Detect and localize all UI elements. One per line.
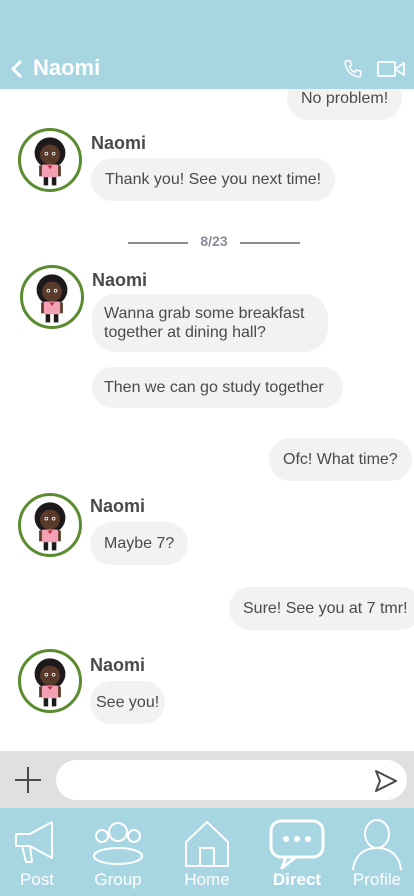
tab-label: Post	[19, 870, 55, 889]
avatar[interactable]	[18, 493, 82, 557]
tab-label: Profile	[352, 870, 402, 889]
incoming-message[interactable]: Wanna grab some breakfast together at di…	[92, 294, 328, 352]
tab-post[interactable]: Post	[0, 808, 78, 896]
message-text: Maybe 7?	[104, 535, 175, 552]
sender-name: Naomi	[92, 270, 148, 290]
message-text: Ofc! What time?	[283, 451, 398, 468]
tab-group[interactable]: Group	[77, 808, 159, 896]
date-label: 8/23	[200, 233, 228, 249]
message-text: Thank you! See you next time!	[105, 171, 322, 188]
avatar[interactable]	[20, 265, 84, 329]
avatar[interactable]	[18, 128, 82, 192]
outgoing-message[interactable]: Ofc! What time?	[269, 438, 412, 481]
group-icon	[93, 822, 143, 865]
message-text: Sure! See you at 7 tmr!	[243, 600, 408, 617]
person-icon	[352, 819, 402, 870]
header-bar: Naomi	[0, 0, 414, 89]
avatar-illustration	[36, 274, 68, 323]
sender-name: Naomi	[91, 133, 147, 153]
message-text: Wanna grab some breakfast together at di…	[104, 305, 305, 341]
incoming-message[interactable]: Maybe 7?	[90, 522, 189, 565]
plus-icon[interactable]	[13, 765, 43, 795]
sender-name: Naomi	[90, 496, 146, 516]
chat-title: Naomi	[33, 55, 101, 80]
tab-label: Home	[184, 870, 230, 889]
avatar[interactable]	[18, 649, 82, 713]
phone-icon[interactable]	[342, 58, 364, 80]
date-separator: 8/23	[128, 233, 300, 251]
tab-label: Direct	[272, 870, 322, 889]
tab-direct[interactable]: Direct	[256, 808, 338, 896]
incoming-message[interactable]: See you!	[90, 681, 166, 724]
incoming-message[interactable]: Thank you! See you next time!	[91, 158, 336, 201]
send-icon[interactable]	[373, 768, 399, 794]
tab-label: Group	[94, 870, 142, 889]
message-input[interactable]	[56, 760, 407, 800]
tab-home[interactable]: Home	[166, 808, 248, 896]
outgoing-message[interactable]: Sure! See you at 7 tmr!	[229, 587, 414, 630]
message-text: See you!	[96, 694, 160, 711]
message-composer	[0, 751, 414, 808]
avatar-illustration	[34, 658, 66, 707]
house-icon	[185, 821, 229, 867]
megaphone-icon	[15, 821, 53, 863]
sender-name: Naomi	[90, 655, 146, 675]
message-text: No problem!	[301, 90, 389, 107]
message-list[interactable]: No problem! Naomi Thank you! See you nex…	[0, 89, 414, 751]
avatar-illustration	[34, 137, 66, 186]
video-call-icon[interactable]	[377, 59, 405, 79]
message-text: Then we can go study together	[104, 379, 324, 396]
tab-profile[interactable]: Profile	[336, 808, 414, 896]
outgoing-message[interactable]: No problem!	[287, 89, 403, 120]
chat-bubble-icon	[269, 819, 325, 870]
avatar-illustration	[34, 502, 66, 551]
bottom-tab-bar: Post Group Home Direct Profile	[0, 808, 414, 896]
back-chevron-icon[interactable]	[8, 58, 26, 80]
incoming-message[interactable]: Then we can go study together	[92, 367, 343, 408]
